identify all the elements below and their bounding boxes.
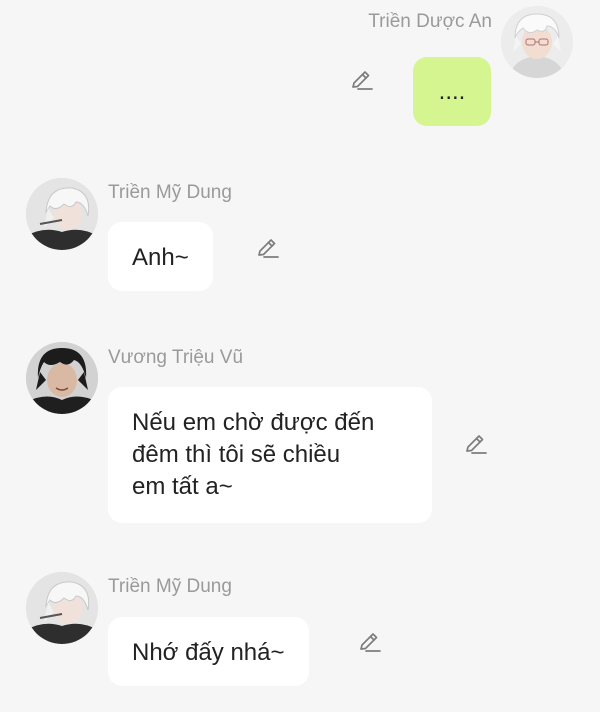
pencil-edit-icon[interactable] xyxy=(463,432,489,458)
message-text-line: đêm thì tôi sẽ chiều xyxy=(132,441,341,468)
message-bubble[interactable]: .... xyxy=(413,57,491,126)
message-text: .... xyxy=(438,78,466,105)
avatar[interactable] xyxy=(26,178,98,250)
avatar[interactable] xyxy=(26,342,98,414)
message-bubble[interactable]: Nếu em chờ được đến đêm thì tôi sẽ chiều… xyxy=(108,387,432,523)
sender-name: Triền Dược An xyxy=(368,11,492,32)
sender-name: Triền Mỹ Dung xyxy=(108,182,232,203)
pencil-edit-icon[interactable] xyxy=(357,630,383,656)
avatar[interactable] xyxy=(501,6,573,78)
message-bubble[interactable]: Anh~ xyxy=(108,222,213,291)
message-text: Nhớ đấy nhá~ xyxy=(132,639,285,666)
pencil-edit-icon[interactable] xyxy=(349,68,375,94)
sender-name: Vương Triệu Vũ xyxy=(108,347,244,368)
avatar[interactable] xyxy=(26,572,98,644)
message-text-line: em tất a~ xyxy=(132,473,233,500)
message-text-line: Nếu em chờ được đến xyxy=(132,409,375,436)
message-bubble[interactable]: Nhớ đấy nhá~ xyxy=(108,617,309,686)
message-text: Anh~ xyxy=(132,244,189,271)
sender-name: Triền Mỹ Dung xyxy=(108,576,232,597)
pencil-edit-icon[interactable] xyxy=(255,236,281,262)
